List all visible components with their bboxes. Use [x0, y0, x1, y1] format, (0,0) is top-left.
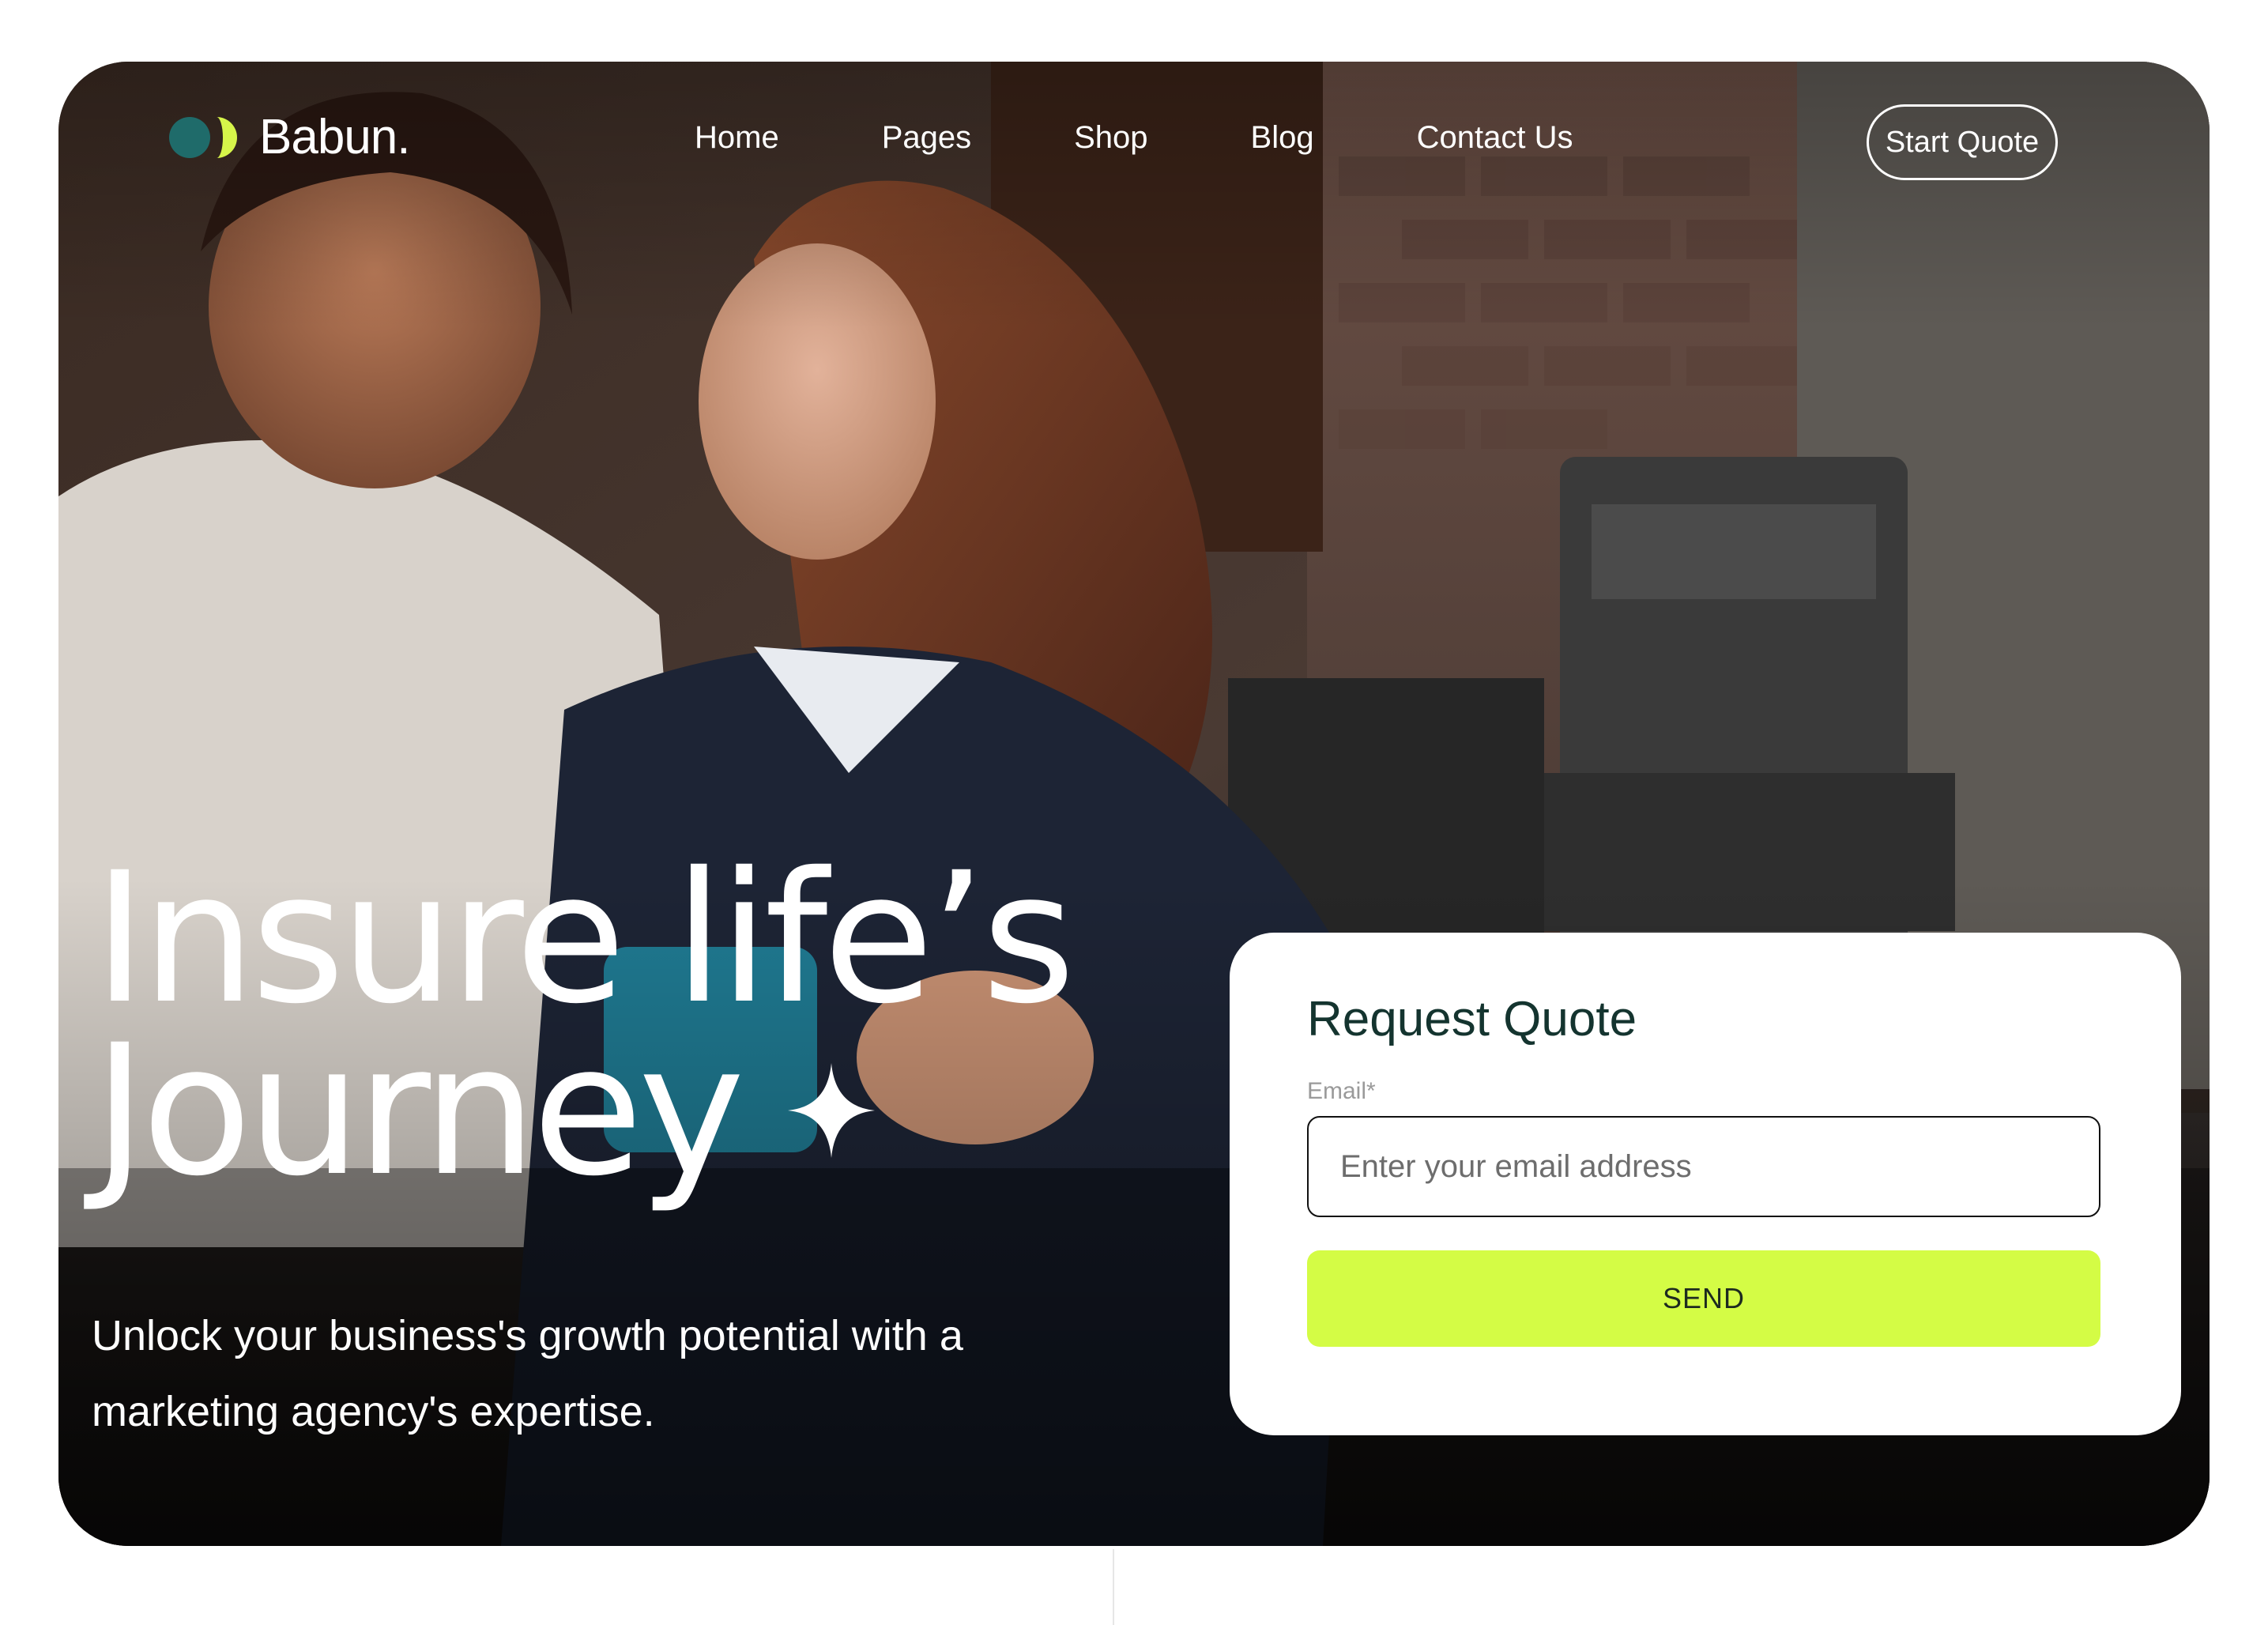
brand-name: Babun. — [259, 110, 411, 164]
nav-item-home[interactable]: Home — [695, 120, 779, 156]
page-divider — [1113, 1549, 1114, 1625]
request-quote-form: Request Quote Email* SEND — [1230, 933, 2181, 1435]
email-field[interactable] — [1307, 1116, 2100, 1217]
email-label: Email* — [1307, 1078, 1376, 1104]
nav-item-pages[interactable]: Pages — [882, 120, 971, 156]
nav-item-shop[interactable]: Shop — [1074, 120, 1147, 156]
hero-section: Babun. Home Pages Shop Blog Contact Us S… — [58, 62, 2210, 1546]
form-title: Request Quote — [1307, 992, 1637, 1046]
nav-item-blog[interactable]: Blog — [1251, 120, 1314, 156]
hero-subtitle: Unlock your business's growth potential … — [92, 1312, 963, 1435]
main-nav: Home Pages Shop Blog Contact Us — [695, 120, 1573, 156]
brand-logo[interactable]: Babun. — [169, 109, 411, 165]
hero-headline: Insure life’s Journey — [93, 833, 1076, 1216]
nav-item-contact-us[interactable]: Contact Us — [1417, 120, 1573, 156]
start-quote-button[interactable]: Start Quote — [1867, 104, 2058, 180]
headline-line-2-wrap: Journey — [93, 1005, 1071, 1216]
send-button[interactable]: SEND — [1307, 1250, 2100, 1347]
headline-line-1: Insure life’s — [93, 833, 1076, 1043]
logo-mark-icon — [169, 115, 240, 160]
sparkle-icon — [787, 1063, 875, 1158]
headline-line-2: Journey — [93, 1005, 745, 1216]
page: Babun. Home Pages Shop Blog Contact Us S… — [0, 0, 2268, 1625]
